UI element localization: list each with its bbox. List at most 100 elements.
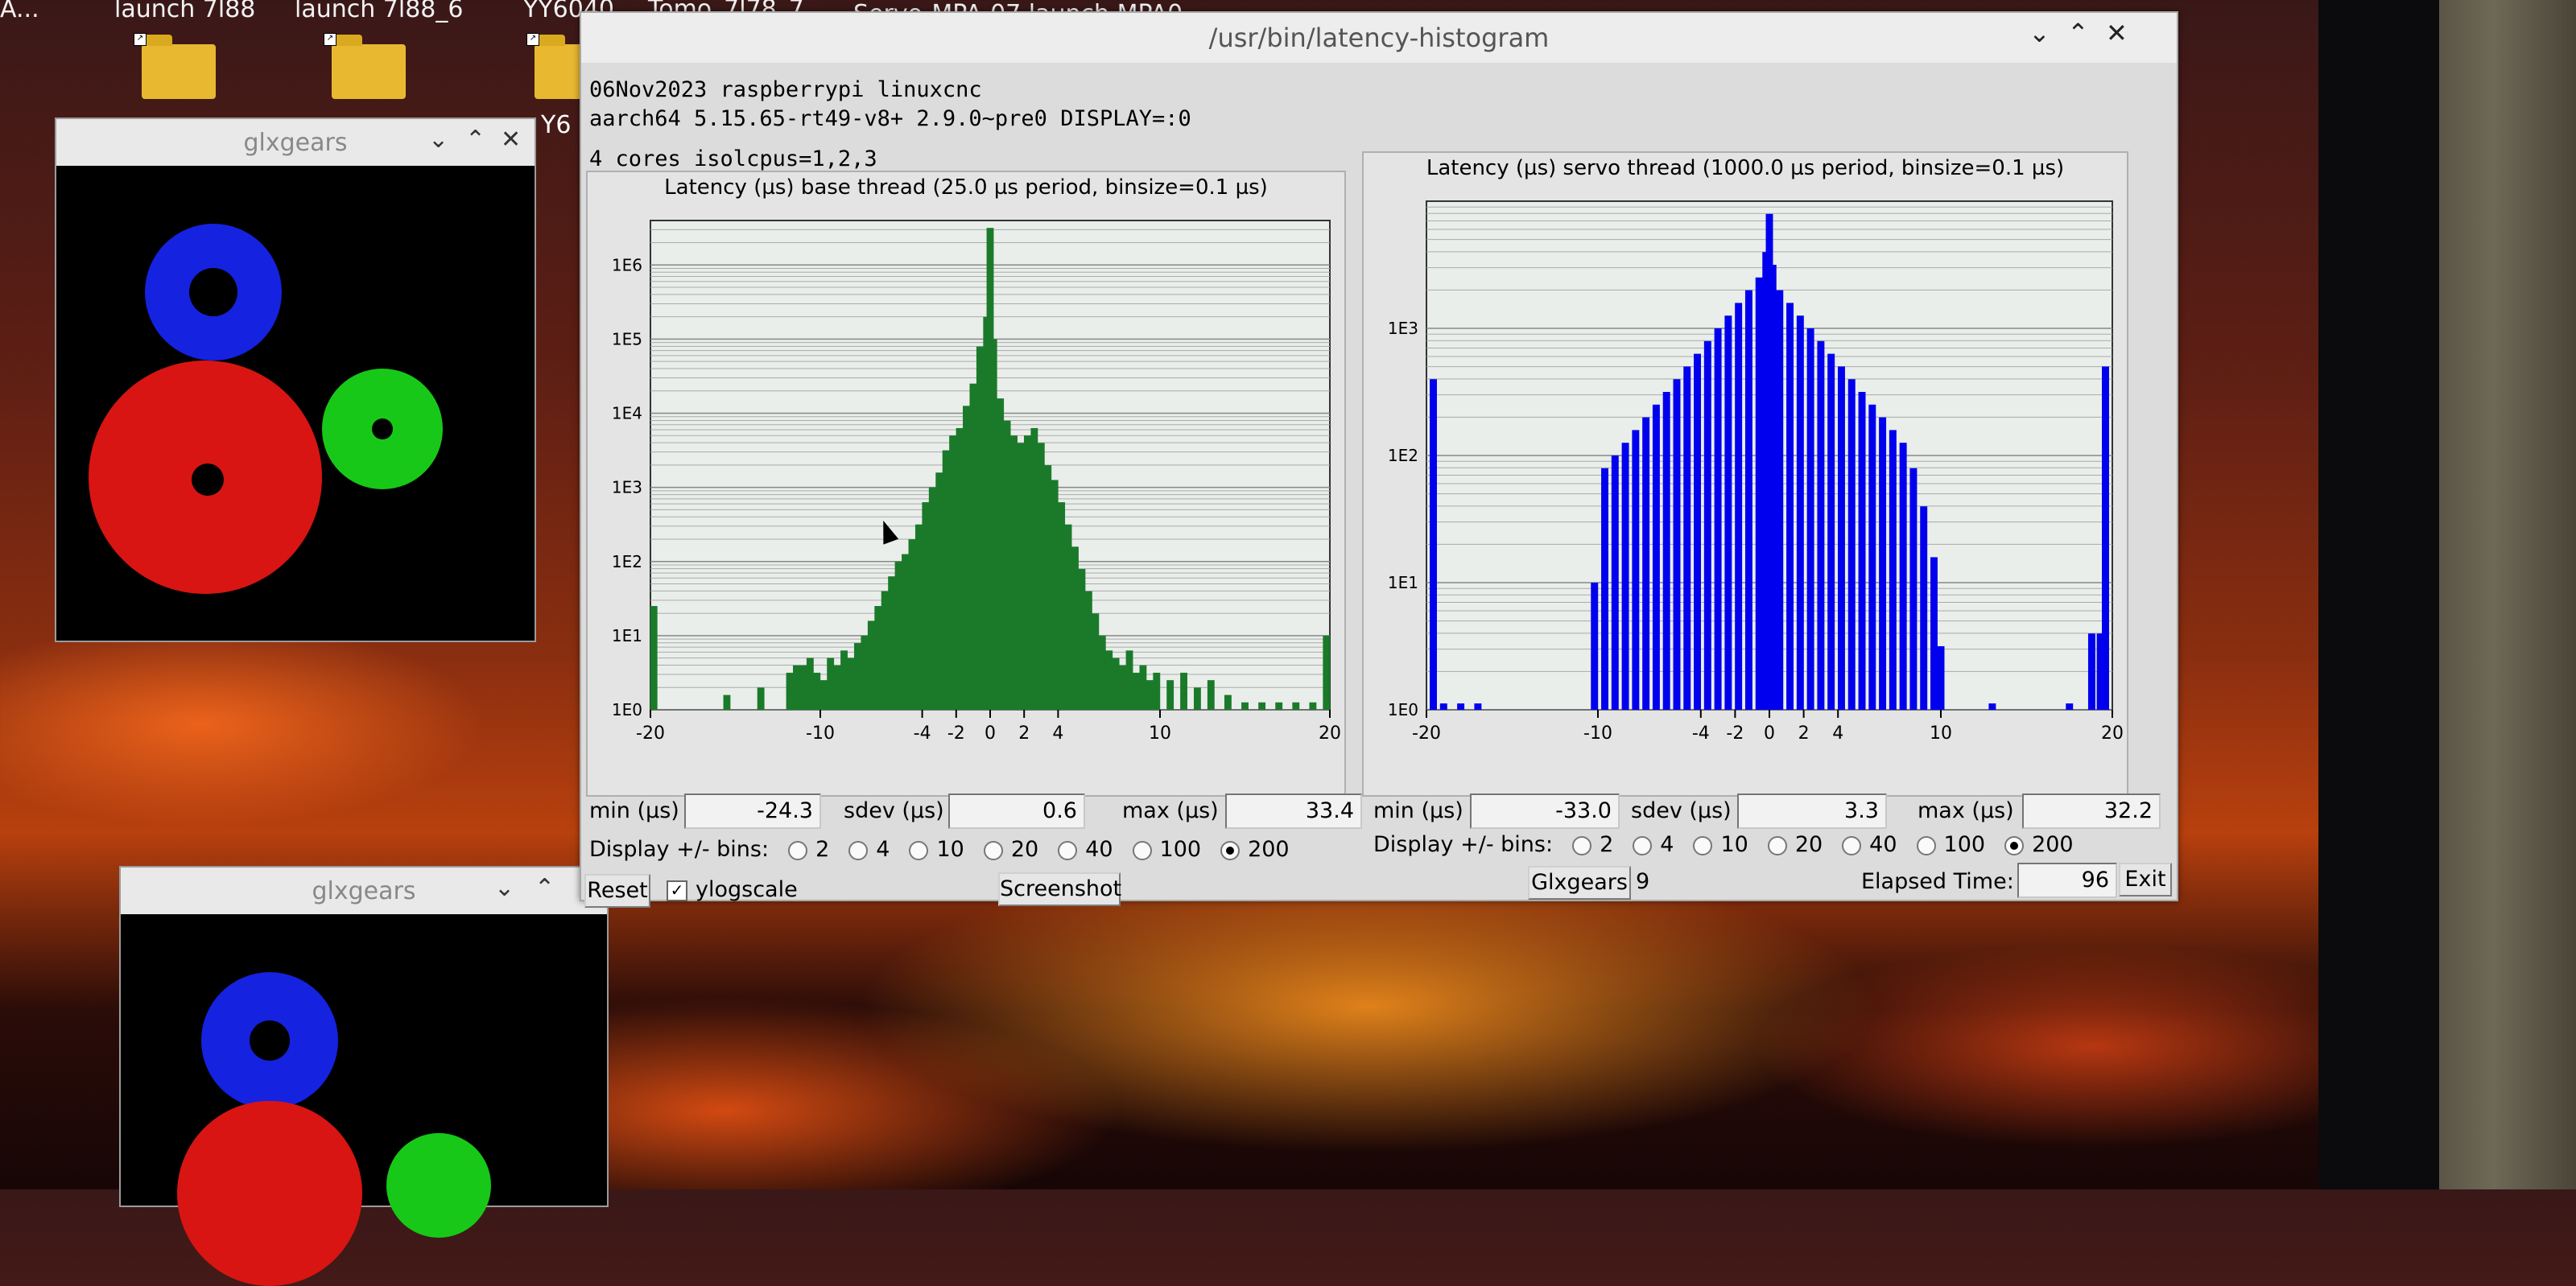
x-tick-label: -4 — [1692, 723, 1710, 744]
histogram-bar — [1744, 290, 1752, 711]
bins-radio-100[interactable] — [1132, 840, 1152, 860]
desktop-label-0[interactable]: A... — [0, 0, 39, 23]
histogram-bar — [1139, 665, 1147, 710]
histogram-bar — [1112, 657, 1120, 710]
y-tick-label: 1E6 — [612, 255, 642, 274]
histogram-bar — [1909, 468, 1918, 710]
histogram-bar — [1694, 353, 1702, 710]
bins-radio-label: 40 — [1869, 832, 1897, 857]
desktop-label-1[interactable]: launch 7l88 — [114, 0, 255, 23]
servo-thread-panel: Latency (µs) servo thread (1000.0 µs per… — [1362, 151, 2128, 797]
bins-radio-group[interactable]: 2 4 10 20 40 100 200 — [1553, 832, 2074, 857]
bins-radio-200[interactable] — [2004, 835, 2025, 855]
histogram-bar — [1769, 265, 1777, 710]
histogram-bar — [976, 346, 984, 710]
glxgears-title: glxgears — [243, 128, 348, 157]
histogram-bar — [1899, 443, 1907, 710]
bins-radio-4[interactable] — [848, 840, 869, 860]
desktop-label-2[interactable]: launch 7l88_6 — [295, 0, 463, 23]
histogram-bar — [840, 650, 848, 710]
screenshot-button[interactable]: Screenshot — [998, 872, 1121, 906]
histogram-bar — [1051, 480, 1059, 710]
x-tick-label: -2 — [947, 723, 965, 744]
glxgears-titlebar[interactable]: glxgears ⌄ ⌃ — [121, 868, 607, 914]
window-title: /usr/bin/latency-histogram — [1208, 23, 1550, 53]
sdev-label: sdev (µs) — [844, 798, 944, 823]
chevron-up-icon[interactable]: ⌃ — [535, 874, 555, 902]
bins-radio-label: 100 — [1943, 832, 1986, 857]
glxgears-window-bottom[interactable]: glxgears ⌄ ⌃ — [119, 866, 609, 1286]
histogram-bar — [1323, 635, 1331, 710]
glxgears-button[interactable]: Glxgears — [1528, 866, 1631, 900]
reset-button[interactable]: Reset — [584, 874, 650, 908]
histogram-bar — [914, 524, 923, 710]
glxgears-title: glxgears — [312, 876, 416, 905]
glxgears-titlebar[interactable]: glxgears ⌄ ⌃ ✕ — [56, 119, 535, 166]
exit-button[interactable]: Exit — [2119, 863, 2172, 896]
checkmark-icon[interactable]: ✓ — [667, 880, 687, 901]
bins-radio-40[interactable] — [1058, 840, 1078, 860]
info-line-1: 06Nov2023 raspberrypi linuxcnc — [589, 77, 982, 102]
histogram-bar — [1071, 546, 1079, 710]
bins-radio-label: 200 — [1248, 837, 1290, 862]
bins-radio-20[interactable] — [983, 840, 1003, 860]
ylogscale-checkbox-row[interactable]: ✓ ylogscale — [667, 877, 798, 902]
bins-radio-10[interactable] — [909, 840, 929, 860]
chevron-up-icon[interactable]: ⌃ — [2067, 18, 2089, 48]
x-tick-label: 4 — [1832, 723, 1843, 744]
folder-icon[interactable]: ↗ — [134, 33, 216, 99]
x-tick-label: 20 — [1319, 723, 1341, 744]
chevron-down-icon[interactable]: ⌄ — [428, 126, 448, 154]
bins-radio-10[interactable] — [1693, 835, 1713, 855]
histogram-bar — [2066, 703, 2074, 710]
desktop-partial-label: Y6 — [541, 111, 572, 139]
bins-radio-20[interactable] — [1767, 835, 1787, 855]
chart-title: Latency (µs) base thread (25.0 µs period… — [664, 175, 1268, 200]
bins-radio-label: 10 — [936, 837, 964, 862]
x-tick-label: -4 — [914, 723, 931, 744]
bins-radio-2[interactable] — [788, 840, 808, 860]
histogram-bar — [1146, 680, 1154, 710]
chevron-down-icon[interactable]: ⌄ — [2029, 18, 2050, 48]
glxgears-window-top[interactable]: glxgears ⌄ ⌃ ✕ — [55, 117, 536, 642]
histogram-bar — [806, 657, 814, 710]
histogram-bar — [1817, 340, 1825, 710]
histogram-bar — [956, 427, 964, 710]
latency-histogram-window[interactable]: /usr/bin/latency-histogram ⌄ ⌃ ✕ 06Nov20… — [580, 11, 2178, 908]
histogram-bar — [1837, 366, 1845, 710]
chevron-down-icon[interactable]: ⌄ — [494, 874, 514, 902]
histogram-bar — [723, 695, 731, 710]
histogram-bar — [1735, 303, 1743, 710]
chevron-up-icon[interactable]: ⌃ — [465, 126, 485, 154]
histogram-bar — [1642, 417, 1650, 710]
close-icon[interactable]: ✕ — [2106, 18, 2128, 48]
histogram-bar — [833, 665, 841, 710]
histogram-bar — [1474, 703, 1482, 710]
base-thread-histogram: 1E01E11E21E31E41E51E6-20 -10 -4 -2 0 2 4 10 20 — [612, 220, 1341, 744]
histogram-bar — [1683, 366, 1691, 710]
sdev-label: sdev (µs) — [1631, 798, 1732, 823]
histogram-bar — [1078, 568, 1086, 710]
bins-radio-40[interactable] — [1842, 835, 1862, 855]
folder-icon[interactable]: ↗ — [324, 33, 406, 99]
window-titlebar[interactable]: /usr/bin/latency-histogram — [581, 13, 2177, 63]
histogram-bar — [942, 450, 950, 710]
bins-radio-2[interactable] — [1572, 835, 1592, 855]
histogram-bar — [861, 635, 869, 710]
ylogscale-label: ylogscale — [696, 877, 798, 902]
bins-radio-group[interactable]: 2 4 10 20 40 100 200 — [769, 837, 1290, 862]
bins-radio-4[interactable] — [1633, 835, 1653, 855]
glxgears-count: 9 — [1636, 869, 1650, 894]
bins-radio-label: 20 — [1010, 837, 1039, 862]
histogram-bar — [928, 487, 936, 710]
close-icon[interactable]: ✕ — [501, 126, 521, 154]
histogram-bar — [867, 620, 875, 710]
bins-radio-200[interactable] — [1220, 840, 1241, 860]
info-line-2: aarch64 5.15.65-rt49-v8+ 2.9.0~pre0 DISP… — [589, 106, 1191, 131]
histogram-bar — [1193, 687, 1201, 710]
histogram-bar — [1703, 340, 1711, 710]
histogram-bar — [1224, 695, 1232, 710]
histogram-bar — [963, 406, 970, 710]
bins-radio-100[interactable] — [1916, 835, 1936, 855]
folder-icon[interactable]: ↗ — [526, 33, 583, 99]
